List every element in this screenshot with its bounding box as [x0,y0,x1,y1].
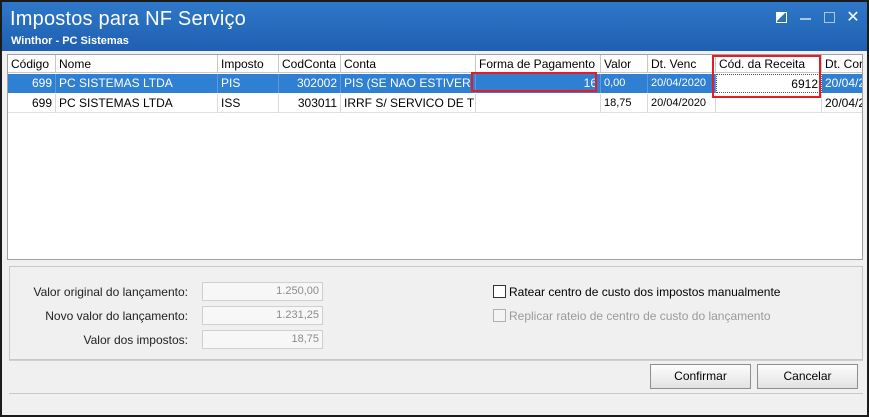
valor-original-field[interactable]: 1.250,00 [202,282,323,301]
title-bar[interactable]: Impostos para NF Serviço Winthor - PC Si… [2,2,867,51]
column-header-dt-venc[interactable]: Dt. Venc [648,55,716,73]
cell-cod-receita[interactable] [716,94,822,113]
cod-receita-input[interactable]: 6912 [716,74,822,93]
ratear-checkbox-label[interactable]: Ratear centro de custo dos impostos manu… [509,285,780,299]
window-subtitle: Winthor - PC Sistemas [11,35,129,47]
replicar-checkbox [493,309,506,322]
cell-nome[interactable]: PC SISTEMAS LTDA [56,74,218,93]
minimize-icon[interactable] [798,10,814,26]
close-icon[interactable]: ✕ [845,10,861,26]
cell-codconta[interactable]: 302002 [279,74,341,93]
column-header-imposto[interactable]: Imposto [218,55,279,73]
column-header-valor[interactable]: Valor [601,55,648,73]
confirm-button[interactable]: Confirmar [650,364,751,389]
cell-dt-cor[interactable]: 20/04/2 [822,74,862,93]
status-bar [9,393,863,413]
dialog-window: Impostos para NF Serviço Winthor - PC Si… [0,0,869,417]
column-header-codconta[interactable]: CodConta [279,55,341,73]
cell-valor[interactable]: 18,75 [601,94,648,113]
totals-panel: Valor original do lançamento: 1.250,00 N… [9,266,863,360]
cell-dt-venc[interactable]: 20/04/2020 [648,94,716,113]
cell-valor[interactable]: 0,00 [601,74,648,93]
restore-window-icon[interactable] [774,10,790,26]
cell-dt-venc[interactable]: 20/04/2020 [648,74,716,93]
novo-valor-field[interactable]: 1.231,25 [202,306,323,325]
maximize-icon[interactable] [822,10,838,26]
cell-codigo[interactable]: 699 [8,74,56,93]
cell-imposto[interactable]: PIS [218,74,279,93]
ratear-checkbox[interactable] [493,285,506,298]
table-row[interactable]: 699 PC SISTEMAS LTDA ISS 303011 IRRF S/ … [8,94,862,113]
taxes-grid[interactable]: Código Nome Imposto CodConta Conta Forma… [7,54,863,260]
novo-valor-label: Novo valor do lançamento: [45,309,188,323]
column-header-forma-pagamento[interactable]: Forma de Pagamento [476,55,601,73]
replicar-checkbox-label: Replicar rateio de centro de custo do la… [509,309,771,323]
cell-conta[interactable]: PIS (SE NAO ESTIVER N [341,74,476,93]
window-title: Impostos para NF Serviço [10,8,246,30]
valor-original-label: Valor original do lançamento: [33,285,188,299]
cell-codigo[interactable]: 699 [8,94,56,113]
column-header-dt-cor[interactable]: Dt. Cor [822,55,862,73]
column-header-cod-receita[interactable]: Cód. da Receita [716,55,822,73]
cell-forma-pagamento[interactable] [476,94,601,113]
valor-impostos-field[interactable]: 18,75 [202,330,323,349]
cancel-button[interactable]: Cancelar [757,364,858,389]
cell-conta[interactable]: IRRF S/ SERVICO DE TE [341,94,476,113]
column-header-codigo[interactable]: Código [8,55,56,73]
cell-forma-pagamento[interactable]: 16 [476,74,601,93]
cell-nome[interactable]: PC SISTEMAS LTDA [56,94,218,113]
grid-header: Código Nome Imposto CodConta Conta Forma… [8,55,862,73]
cell-dt-cor[interactable]: 20/04/2 [822,94,862,113]
cell-imposto[interactable]: ISS [218,94,279,113]
column-header-nome[interactable]: Nome [56,55,218,73]
cell-codconta[interactable]: 303011 [279,94,341,113]
table-row-selected[interactable]: 699 PC SISTEMAS LTDA PIS 302002 PIS (SE … [8,74,862,93]
column-header-conta[interactable]: Conta [341,55,476,73]
valor-impostos-label: Valor dos impostos: [83,333,189,347]
